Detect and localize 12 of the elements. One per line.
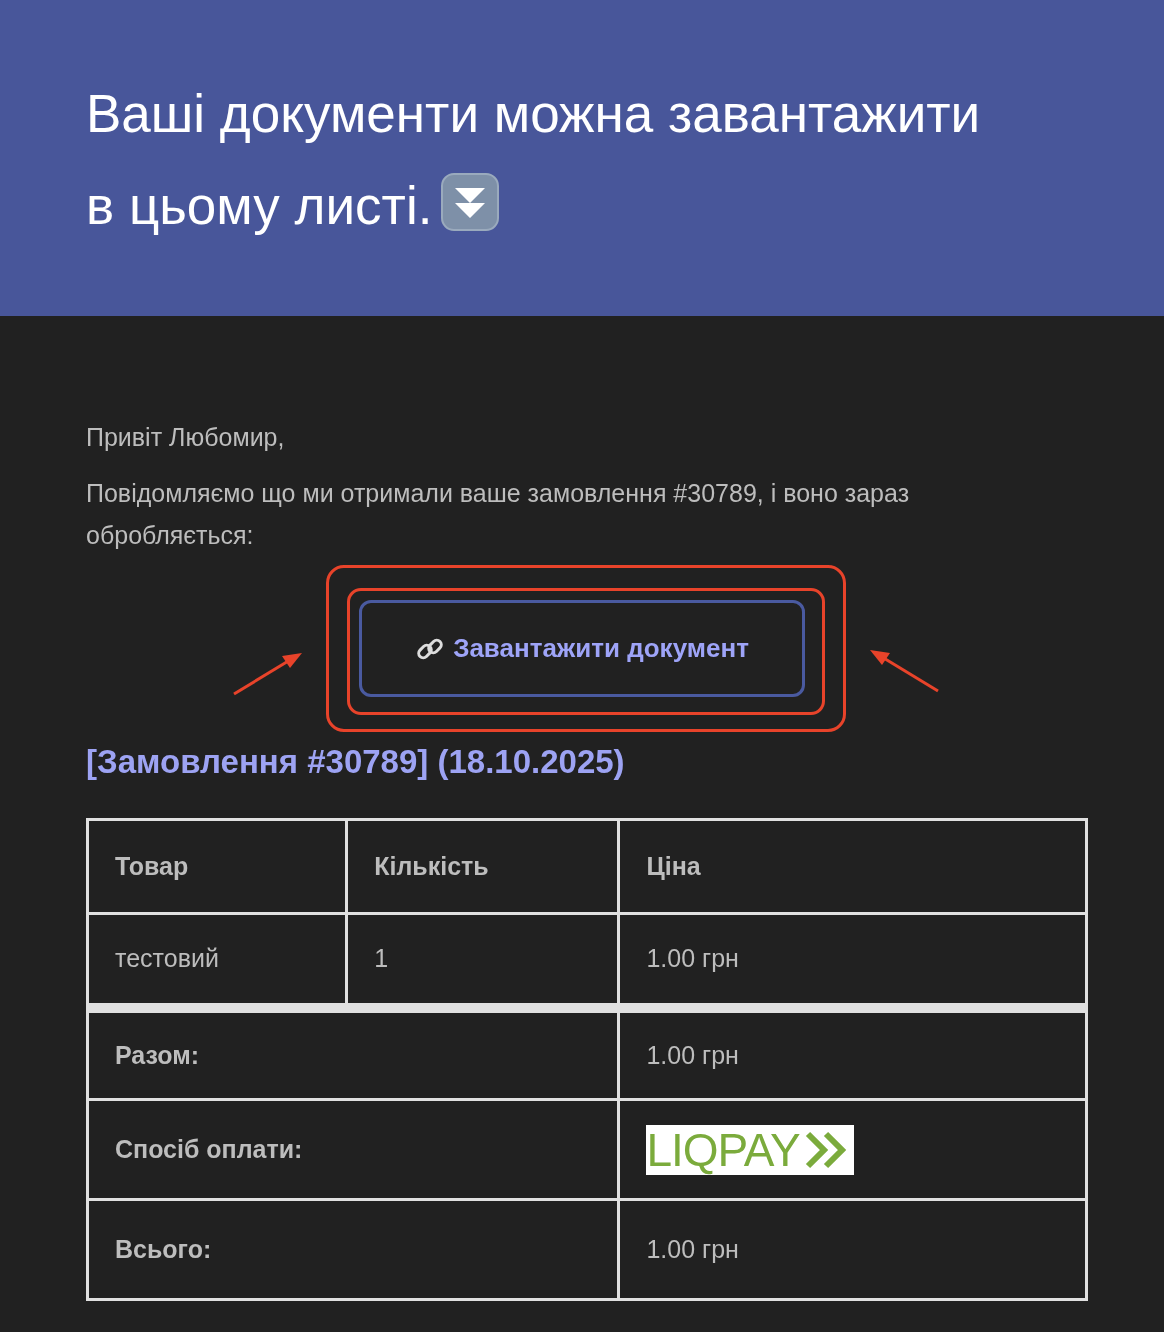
order-heading: [Замовлення #30789] (18.10.2025)	[86, 742, 626, 782]
download-document-button[interactable]: Завантажити документ	[359, 600, 805, 697]
column-header: Ціна	[618, 819, 1087, 914]
total-value: 1.00 грн	[618, 1199, 1087, 1300]
greeting-text: Привіт Любомир,	[86, 422, 286, 453]
email-title: Ваші документи можна завантажити в цьому листі.	[86, 83, 982, 237]
payment-logo: LIQPAY	[646, 1124, 854, 1175]
column-header: Кількість	[346, 819, 619, 914]
total-label: Всього:	[87, 1199, 619, 1300]
column-header: Товар	[87, 819, 347, 914]
message-text: Повідомляємо що ми отримали ваше замовлення #30789, і воно зараз обробляється:	[86, 478, 911, 551]
total-label: Спосіб оплати:	[87, 1099, 619, 1200]
